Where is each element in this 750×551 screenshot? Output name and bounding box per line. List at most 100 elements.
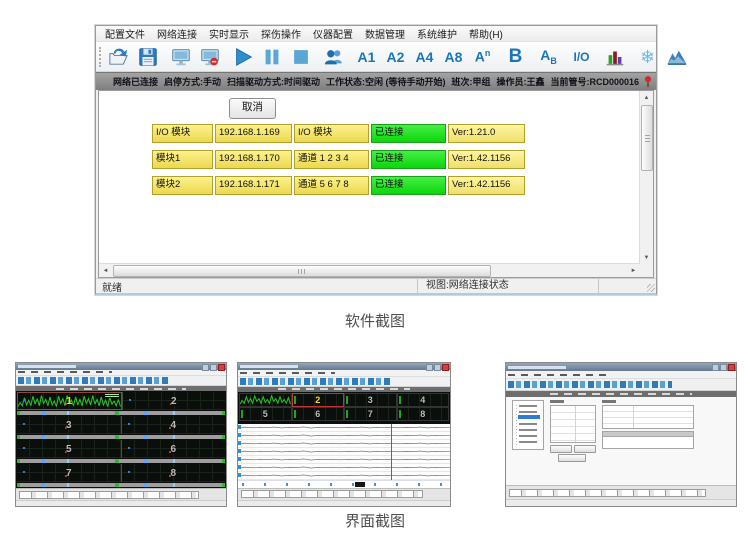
connect-button[interactable]: [166, 44, 195, 70]
vertical-scrollbar[interactable]: ▲ ▼: [639, 91, 653, 264]
strip-row: [238, 440, 450, 448]
menu-system-maintenance[interactable]: 系统维护: [411, 26, 463, 41]
scroll-left-arrow[interactable]: ◄: [99, 264, 112, 277]
toolbar-grip[interactable]: [99, 47, 101, 67]
section-label-placeholder: [550, 400, 564, 403]
waveform-view-button[interactable]: [662, 44, 691, 70]
close-icon: [728, 364, 735, 371]
module-version-cell: Ver:1.42.1156: [448, 176, 525, 195]
minimize-icon: [202, 364, 209, 371]
module-status-cell: 已连接: [371, 150, 446, 169]
minimize-icon: [426, 364, 433, 371]
save-icon: [137, 46, 159, 68]
scroll-right-arrow[interactable]: ►: [627, 264, 640, 277]
network-status: 网络已连接: [113, 75, 158, 88]
users-icon: [323, 46, 345, 68]
resize-grip[interactable]: [647, 284, 655, 292]
work-state-status: 工作状态:空闲 (等待手动开始): [326, 75, 446, 88]
waveform-trace: [240, 394, 291, 406]
mini-menubar: [16, 370, 226, 377]
disconnect-button[interactable]: [195, 44, 224, 70]
cancel-button[interactable]: 取消: [229, 98, 276, 119]
menu-instrument-config[interactable]: 仪器配置: [307, 26, 359, 41]
statistics-button[interactable]: [600, 44, 629, 70]
scroll-down-arrow[interactable]: ▼: [640, 251, 653, 264]
menu-help[interactable]: 帮助(H): [463, 26, 509, 41]
channel-panel-5: 5: [17, 440, 121, 458]
close-icon: [218, 364, 225, 371]
channel-panel-7: 7: [344, 407, 397, 421]
balance-button[interactable]: B: [501, 44, 530, 70]
status-text-placeholder: [550, 393, 693, 395]
channel-number: 5: [66, 444, 72, 455]
window-buttons: [426, 364, 449, 371]
freeze-button[interactable]: ❄: [633, 44, 662, 70]
strip-row: [238, 432, 450, 440]
gain-a4-button[interactable]: A4: [410, 44, 439, 70]
start-button[interactable]: [228, 44, 257, 70]
pause-button[interactable]: [257, 44, 286, 70]
save-button-mini: [558, 454, 586, 462]
io-button[interactable]: I/O: [567, 44, 596, 70]
menu-data-management[interactable]: 数据管理: [359, 26, 411, 41]
table-row: I/O 模块 192.168.1.169 I/O 模块 已连接 Ver:1.21…: [152, 124, 525, 143]
monitor-disconnect-icon: [199, 46, 221, 68]
module-ip-cell: 192.168.1.170: [215, 150, 292, 169]
channel-number: 2: [171, 396, 177, 407]
channel-number: 6: [170, 444, 176, 455]
module-desc-cell: 通道 1 2 3 4: [294, 150, 369, 169]
channel-number: 3: [66, 420, 72, 431]
table-row: 模块2 192.168.1.171 通道 5 6 7 8 已连接 Ver:1.4…: [152, 176, 525, 195]
channel-panel-3: 3: [17, 416, 121, 434]
strip-row: [238, 424, 450, 432]
horizontal-scroll-thumb[interactable]: [113, 265, 491, 277]
thumb-grip: [298, 269, 306, 274]
horizontal-scroll-track[interactable]: [112, 264, 627, 277]
mini-status-bar: [16, 500, 226, 506]
menu-realtime-display[interactable]: 实时显示: [203, 26, 255, 41]
menu-config-file[interactable]: 配置文件: [99, 26, 151, 41]
apply-button: [550, 445, 572, 453]
menu-network-connection[interactable]: 网络连接: [151, 26, 203, 41]
module-name-cell: 模块1: [152, 150, 213, 169]
table-row: 模块1 192.168.1.170 通道 1 2 3 4 已连接 Ver:1.4…: [152, 150, 525, 169]
gain-an-button[interactable]: An: [468, 44, 497, 70]
mini-toolbar: [16, 376, 226, 386]
save-button[interactable]: [133, 44, 162, 70]
box-header: [603, 432, 693, 437]
window-buttons: [202, 364, 225, 371]
stop-button[interactable]: [286, 44, 315, 70]
module-status-cell: 已连接: [371, 176, 446, 195]
scrollbar-corner: [640, 264, 653, 277]
mini-titlebar: [238, 363, 450, 370]
vertical-scroll-thumb[interactable]: [641, 105, 653, 171]
users-button[interactable]: [319, 44, 348, 70]
mini-toolbar: [238, 377, 450, 387]
scroll-up-arrow[interactable]: ▲: [640, 91, 653, 104]
channel-status-strip: [17, 459, 225, 463]
menu-flaw-detection[interactable]: 探伤操作: [255, 26, 307, 41]
channel-number: 4: [170, 420, 176, 431]
ready-status: 就绪: [96, 279, 417, 294]
horizontal-scrollbar[interactable]: ◄ ►: [99, 263, 640, 277]
channel-status-strip: [17, 435, 225, 439]
channel-panel-5: 5: [239, 407, 292, 421]
gain-a8-button[interactable]: A8: [439, 44, 468, 70]
channel-status-strip: [17, 411, 225, 415]
channel-panel-8: 8: [121, 464, 226, 482]
mini-screenshot-stripchart-view: 2 3 4 5 6 7 8: [237, 362, 451, 507]
ab-compare-button[interactable]: AB: [534, 44, 563, 70]
open-button[interactable]: [104, 44, 133, 70]
parameter-table: [550, 405, 596, 443]
channel-panel-7: 7: [17, 464, 121, 482]
waveform-grid: 1 2 3 4 5 6 7 8: [16, 391, 226, 488]
menu-placeholder: [240, 372, 335, 374]
window-status-bar: 就绪 视图:网络连接状态: [96, 278, 656, 293]
pause-icon: [261, 46, 283, 68]
module-status-table: I/O 模块 192.168.1.169 I/O 模块 已连接 Ver:1.21…: [152, 124, 525, 202]
controls-placeholder: [509, 489, 706, 497]
minimize-icon: [712, 364, 719, 371]
gain-a2-button[interactable]: A2: [381, 44, 410, 70]
gain-a1-button[interactable]: A1: [352, 44, 381, 70]
instrument-status-strip: 网络已连接 启停方式:手动 扫描驱动方式:时间驱动 工作状态:空闲 (等待手动开…: [96, 72, 656, 90]
